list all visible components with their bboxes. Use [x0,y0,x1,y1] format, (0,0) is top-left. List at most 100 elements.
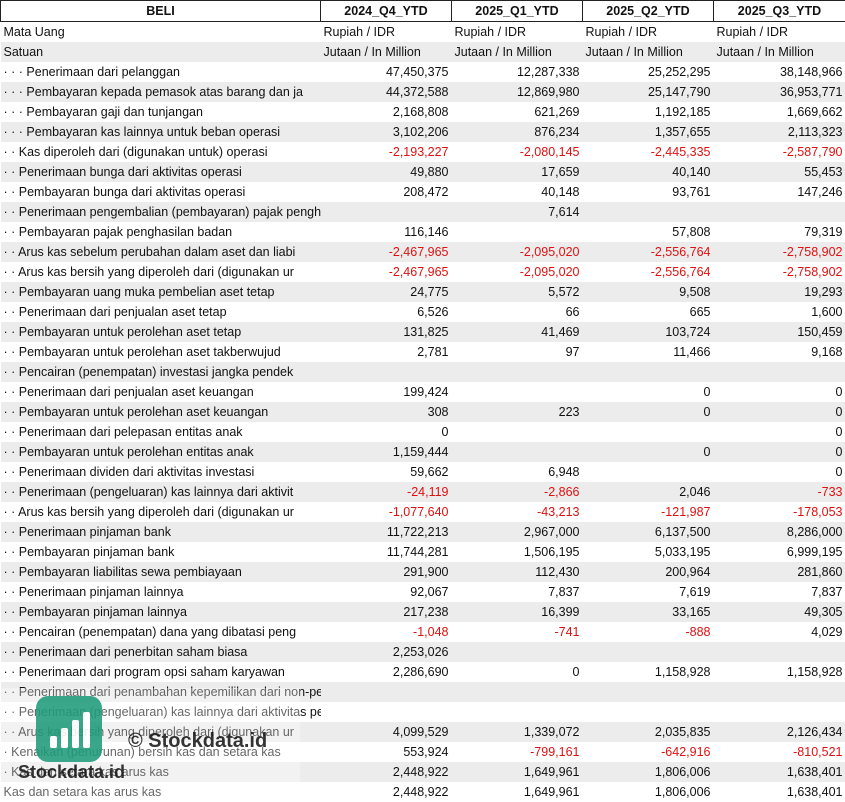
row-value: -2,445,335 [583,142,714,162]
row-label: · · Pencairan (penempatan) investasi jan… [1,362,321,382]
row-value: -2,866 [452,482,583,502]
row-label: · · · Pembayaran gaji dan tunjangan [1,102,321,122]
row-value: -2,095,020 [452,242,583,262]
row-value: 57,808 [583,222,714,242]
row-value: 1,192,185 [583,102,714,122]
row-label: · · Penerimaan dari penambahan kepemilik… [1,682,321,702]
row-value: 79,319 [714,222,845,242]
table-row: · Kas dan setara kas arus kas2,448,922 1,… [1,762,845,782]
row-value: 40,140 [583,162,714,182]
row-value [583,462,714,482]
header-period[interactable]: 2025_Q2_YTD [583,1,714,22]
row-value: 5,033,195 [583,542,714,562]
row-value: 17,659 [452,162,583,182]
row-value: 281,860 [714,562,845,582]
row-label: · · Pembayaran untuk perolehan aset takb… [1,342,321,362]
row-label: Kas dan setara kas arus kas [1,782,321,802]
row-value: 553,924 [321,742,452,762]
row-label: · · Pembayaran untuk perolehan entitas a… [1,442,321,462]
row-label: · · Pembayaran pinjaman bank [1,542,321,562]
row-value [452,382,583,402]
row-value: 0 [583,442,714,462]
row-value: 6,948 [452,462,583,482]
row-value [583,702,714,722]
row-label: · Kenaikan (penurunan) bersih kas dan se… [1,742,321,762]
row-value: 1,506,195 [452,542,583,562]
header-period[interactable]: 2024_Q4_YTD [321,1,452,22]
row-value: 1,806,006 [583,782,714,802]
header-label[interactable]: BELI [1,1,321,22]
row-value: 200,964 [583,562,714,582]
table-row: · · · Pembayaran kas lainnya untuk beban… [1,122,845,142]
row-label: · · Penerimaan dari program opsi saham k… [1,662,321,682]
row-value [321,682,452,702]
row-value: -810,521 [714,742,845,762]
row-value: -733 [714,482,845,502]
row-label: · · · Penerimaan dari pelanggan [1,62,321,82]
row-value: -24,119 [321,482,452,502]
row-value: 11,466 [583,342,714,362]
row-label: · · Penerimaan (pengeluaran) kas lainnya… [1,482,321,502]
row-value [714,642,845,662]
table-row: · · Arus kas bersih yang diperoleh dari … [1,262,845,282]
row-value: 1,806,006 [583,762,714,782]
row-value: 92,067 [321,582,452,602]
row-value: -2,556,764 [583,242,714,262]
table-row: · · Arus kas bersih yang diperoleh dari … [1,502,845,522]
table-row: · · Pembayaran bunga dari aktivitas oper… [1,182,845,202]
unit-value: Jutaan / In Million [583,42,714,62]
row-value [452,682,583,702]
row-value: 8,286,000 [714,522,845,542]
row-value [714,702,845,722]
table-row: · · Penerimaan pengembalian (pembayaran)… [1,202,845,222]
row-label: · · Penerimaan dari penjualan aset keuan… [1,382,321,402]
table-row: · · Penerimaan dari program opsi saham k… [1,662,845,682]
currency-value: Rupiah / IDR [583,22,714,42]
row-label: · · Penerimaan pinjaman bank [1,522,321,542]
row-value: 1,669,662 [714,102,845,122]
row-value: 55,453 [714,162,845,182]
row-value [321,702,452,722]
row-label: · · Penerimaan dari pelepasan entitas an… [1,422,321,442]
row-label: · · Pembayaran pajak penghasilan badan [1,222,321,242]
row-value: 6,137,500 [583,522,714,542]
row-label: · Kas dan setara kas arus kas [1,762,321,782]
row-value: -2,758,902 [714,242,845,262]
unit-value: Jutaan / In Million [321,42,452,62]
row-value: 665 [583,302,714,322]
table-row: · · Pembayaran pinjaman lainnya217,23816… [1,602,845,622]
row-value: 0 [583,382,714,402]
unit-label: Satuan [1,42,321,62]
row-value: -2,467,965 [321,262,452,282]
table-row: · · · Pembayaran kepada pemasok atas bar… [1,82,845,102]
table-row: · · Arus kas sebelum perubahan dalam ase… [1,242,845,262]
row-value: 1,339,072 [452,722,583,742]
row-value: 36,953,771 [714,82,845,102]
row-value: 5,572 [452,282,583,302]
row-label: · · Arus kas bersih yang diperoleh dari … [1,262,321,282]
row-label: · · Kas diperoleh dari (digunakan untuk)… [1,142,321,162]
row-value: 1,158,928 [714,662,845,682]
row-value: -642,916 [583,742,714,762]
row-label: · · Pembayaran untuk perolehan aset keua… [1,402,321,422]
row-value: 2,448,922 [321,762,452,782]
row-value: 2,253,026 [321,642,452,662]
currency-row: Mata Uang Rupiah / IDR Rupiah / IDR Rupi… [1,22,845,42]
row-label: · · · Pembayaran kas lainnya untuk beban… [1,122,321,142]
header-period[interactable]: 2025_Q3_YTD [714,1,845,22]
row-value: 47,450,375 [321,62,452,82]
row-value: 41,469 [452,322,583,342]
row-value [714,362,845,382]
row-value: 2,781 [321,342,452,362]
row-value: 66 [452,302,583,322]
table-row: · · Penerimaan pinjaman bank11,722,2132,… [1,522,845,542]
row-value: 876,234 [452,122,583,142]
row-value: 11,722,213 [321,522,452,542]
header-period[interactable]: 2025_Q1_YTD [452,1,583,22]
row-value: 3,102,206 [321,122,452,142]
row-value: 2,046 [583,482,714,502]
row-value: 2,286,690 [321,662,452,682]
row-value: 116,146 [321,222,452,242]
row-value [714,682,845,702]
row-label: · · Penerimaan dividen dari aktivitas in… [1,462,321,482]
